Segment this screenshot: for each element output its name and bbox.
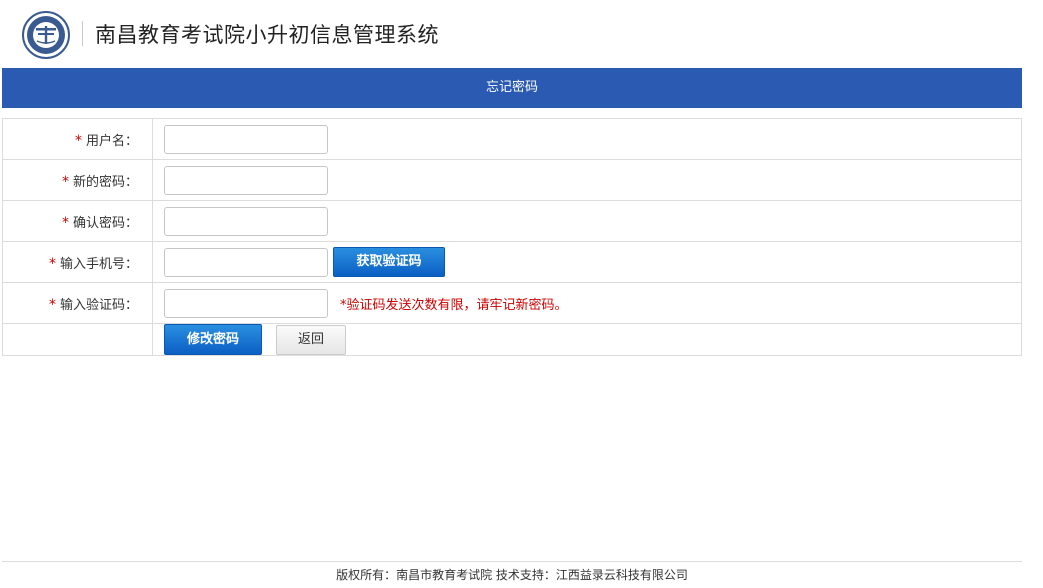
phone-label: 输入手机号： [59, 256, 138, 272]
new-password-input[interactable] [164, 165, 328, 195]
username-label: 用户名： [85, 133, 138, 149]
get-code-button[interactable]: 获取验证码 [333, 247, 445, 277]
form-row-verification-code: * 输入验证码： *验证码发送次数有限，请牢记新密码。 [2, 282, 1022, 324]
school-emblem-icon [22, 11, 70, 59]
username-input[interactable] [164, 124, 328, 154]
required-mark: * [74, 132, 82, 149]
required-mark: * [61, 173, 69, 190]
form-row-new-password: * 新的密码： [2, 159, 1022, 201]
page-banner: 忘记密码 [2, 68, 1022, 108]
verification-code-input[interactable] [164, 288, 328, 318]
header-divider [82, 21, 83, 46]
phone-input[interactable] [164, 247, 328, 277]
required-mark: * [48, 296, 56, 313]
form-row-phone: * 输入手机号： 获取验证码 [2, 241, 1022, 283]
form-row-username: * 用户名： [2, 118, 1022, 160]
form-row-actions: 修改密码 返回 [2, 323, 1022, 356]
confirm-password-input[interactable] [164, 206, 328, 236]
confirm-password-label: 确认密码： [72, 215, 138, 231]
new-password-label: 新的密码： [72, 174, 138, 190]
site-title: 南昌教育考试院小升初信息管理系统 [95, 23, 439, 47]
required-mark: * [61, 214, 69, 231]
required-mark: * [48, 255, 56, 272]
change-password-button[interactable]: 修改密码 [164, 324, 262, 355]
footer-divider [2, 561, 1022, 562]
code-label: 输入验证码： [59, 297, 138, 313]
footer-copyright: 版权所有：南昌市教育考试院 技术支持：江西益录云科技有限公司 [336, 568, 688, 582]
back-button[interactable]: 返回 [276, 324, 346, 355]
form-row-confirm-password: * 确认密码： [2, 200, 1022, 242]
page-header: 南昌教育考试院小升初信息管理系统 [0, 0, 1043, 68]
code-hint: *验证码发送次数有限，请牢记新密码。 [340, 297, 568, 313]
forgot-password-form: * 用户名： * 新的密码： * 确认密码： * 输入手机号： 获取验证码 * 输入验证码… [2, 118, 1022, 356]
